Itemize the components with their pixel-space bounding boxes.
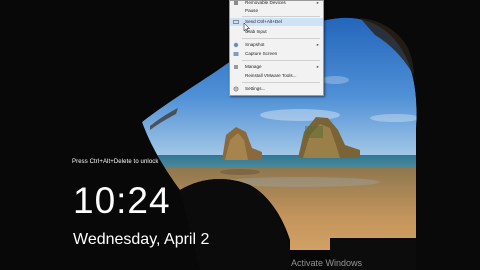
submenu-arrow-icon: ▸	[316, 42, 319, 47]
menu-item-settings[interactable]: Settings...	[230, 85, 323, 93]
menu-item-label: Manage	[245, 64, 262, 69]
menu-item-capture-screen[interactable]: Capture Screen	[230, 50, 323, 58]
usb-icon	[234, 1, 238, 5]
menu-item-snapshot[interactable]: Snapshot ▸	[230, 41, 323, 49]
settings-icon	[233, 86, 239, 92]
menu-item-label: Settings...	[245, 86, 266, 91]
snapshot-icon	[233, 42, 239, 48]
menu-item-removable-devices[interactable]: Removable Devices ▸	[230, 0, 323, 7]
capture-icon	[233, 52, 239, 56]
activate-windows-watermark: Activate Windows	[291, 258, 363, 268]
menu-item-manage[interactable]: Manage ▸	[230, 63, 323, 71]
menu-item-label: Reinstall VMware Tools...	[245, 73, 297, 78]
menu-separator	[242, 60, 320, 61]
menu-item-label: Snapshot	[245, 42, 265, 47]
keyboard-icon	[233, 20, 239, 24]
menu-item-label: Removable Devices	[245, 0, 286, 5]
submenu-arrow-icon: ▸	[316, 0, 319, 5]
menu-item-label: Capture Screen	[245, 51, 278, 56]
menu-item-label: Pause	[245, 8, 259, 13]
lock-clock: 10:24	[73, 180, 171, 221]
unlock-hint: Press Ctrl+Alt+Delete to unlock	[72, 159, 159, 165]
submenu-arrow-icon: ▸	[316, 64, 319, 69]
manage-icon	[234, 65, 238, 69]
mouse-cursor-icon	[243, 23, 251, 33]
menu-item-pause[interactable]: Pause	[230, 7, 323, 15]
menu-separator	[242, 82, 320, 83]
vm-context-menu: Removable Devices ▸ Pause Send Ctrl+Alt+…	[229, 0, 324, 96]
lock-date: Wednesday, April 2	[73, 231, 210, 248]
menu-separator	[242, 38, 320, 39]
menu-item-reinstall-vmware-tools[interactable]: Reinstall VMware Tools...	[230, 72, 323, 80]
menu-separator	[242, 16, 320, 17]
